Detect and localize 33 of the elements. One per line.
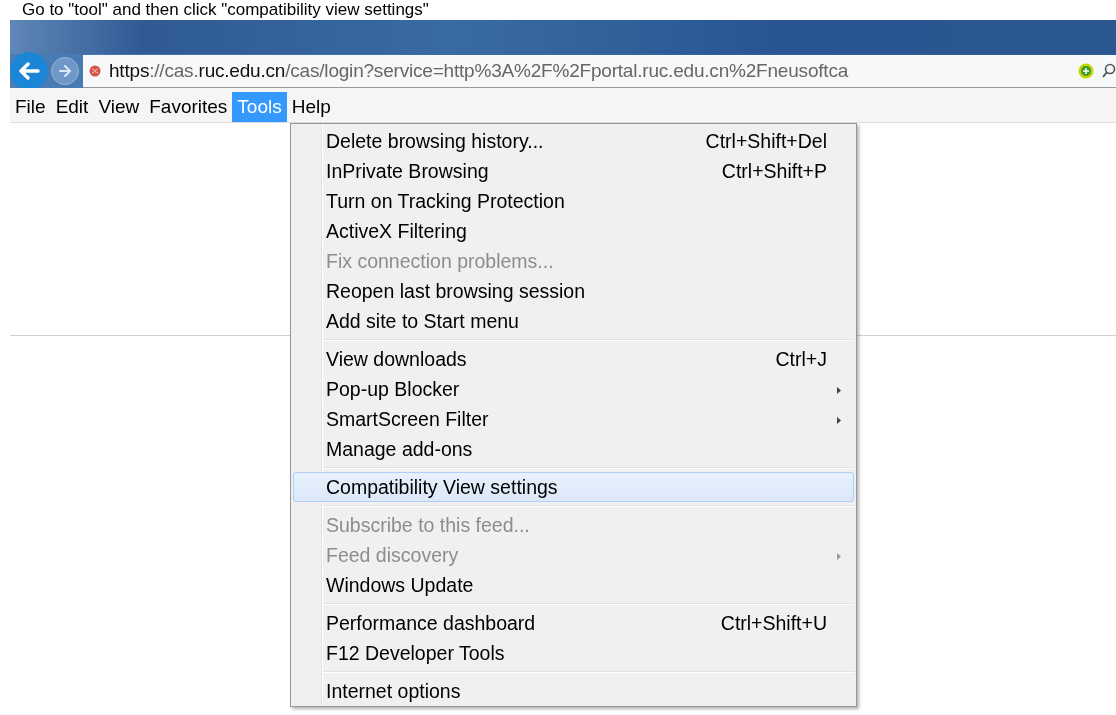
- caption-text: Go to "tool" and then click "compatibility view settings": [21, 0, 430, 20]
- address-field[interactable]: https://cas.ruc.edu.cn/cas/login?service=http%3A%2F%2Fportal.ruc.edu.cn%2Fneusoftca: [83, 54, 1116, 88]
- menu-bar-item[interactable]: View: [93, 92, 145, 122]
- back-arrow-icon: [18, 62, 40, 80]
- menu-item[interactable]: Manage add-ons: [293, 434, 854, 464]
- menu-item[interactable]: Add site to Start menu: [293, 306, 854, 336]
- url-text: https: [109, 59, 150, 81]
- menu-item[interactable]: View downloads Ctrl+J: [293, 344, 854, 374]
- menu-item[interactable]: SmartScreen Filter: [293, 404, 854, 434]
- menu-item[interactable]: Windows Update: [293, 570, 854, 600]
- menu-item[interactable]: Pop-up Blocker: [293, 374, 854, 404]
- menu-item[interactable]: Turn on Tracking Protection: [293, 186, 854, 216]
- compatibility-icon[interactable]: [1078, 62, 1094, 79]
- menu-item[interactable]: Internet options: [293, 676, 854, 706]
- forward-arrow-icon: [58, 65, 72, 77]
- menu-item[interactable]: F12 Developer Tools: [293, 638, 854, 668]
- forward-button[interactable]: [51, 57, 79, 85]
- menu-item[interactable]: Delete browsing history... Ctrl+Shift+Del: [293, 126, 854, 156]
- menu-bar-item[interactable]: Edit: [50, 92, 94, 122]
- menu-bar-item[interactable]: Favorites: [144, 92, 233, 122]
- url-text: /cas/login?service=http%3A%2F%2Fportal.ruc.edu.cn%2Fneusoftca: [285, 59, 849, 81]
- url-text: ruc.edu.cn: [198, 59, 286, 81]
- menu-item[interactable]: Performance dashboard Ctrl+Shift+U: [293, 608, 854, 638]
- back-button[interactable]: [10, 52, 48, 90]
- menu-bar-item[interactable]: Help: [286, 92, 336, 122]
- search-icon[interactable]: [1102, 62, 1116, 79]
- menu-item[interactable]: Compatibility View settings: [293, 472, 854, 502]
- menu-item[interactable]: Reopen last browsing session: [293, 276, 854, 306]
- menu-item[interactable]: ActiveX Filtering: [293, 216, 854, 246]
- menu-item[interactable]: InPrivate Browsing Ctrl+Shift+P: [293, 156, 854, 186]
- site-icon: [89, 64, 101, 77]
- url-text: ://cas.: [149, 59, 199, 81]
- menu-bar-item[interactable]: File: [10, 92, 51, 122]
